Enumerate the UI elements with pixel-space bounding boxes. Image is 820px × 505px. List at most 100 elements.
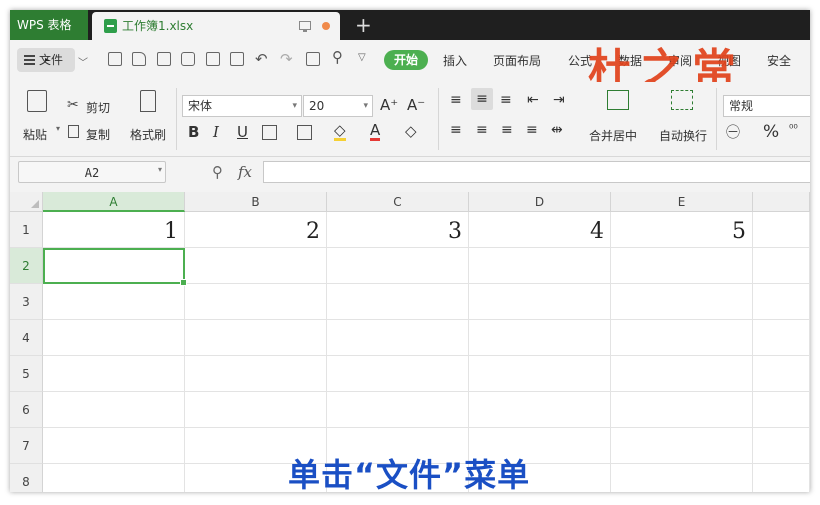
thousands-icon[interactable]: ⁰⁰ — [789, 122, 798, 135]
grid-cell[interactable] — [753, 428, 810, 464]
format-painter-button[interactable]: 格式刷 — [130, 126, 166, 143]
paste-button[interactable]: 粘贴 — [23, 126, 47, 143]
row-header-6[interactable]: 6 — [10, 392, 43, 428]
grid-cell[interactable] — [753, 464, 810, 492]
percent-button[interactable]: % — [763, 122, 779, 142]
grid-cell[interactable] — [611, 392, 753, 428]
grid-cell[interactable] — [327, 248, 469, 284]
grid-cell[interactable] — [185, 320, 327, 356]
grid-cell[interactable] — [327, 392, 469, 428]
currency-icon[interactable]: ㊀ — [726, 122, 740, 142]
column-header-a[interactable]: A — [43, 192, 185, 212]
document-tab[interactable]: 工作簿1.xlsx — [92, 12, 340, 40]
column-header-c[interactable]: C — [327, 192, 469, 212]
formula-input[interactable] — [263, 161, 810, 183]
grid-cell[interactable] — [469, 392, 611, 428]
grid-cell[interactable] — [611, 248, 753, 284]
font-name-select[interactable]: 宋体 ▾ — [182, 95, 302, 117]
grid-cell[interactable] — [753, 284, 810, 320]
grid-cell[interactable] — [753, 356, 810, 392]
chevron-down-icon[interactable]: ﹀ — [78, 54, 88, 69]
fill-pattern-icon[interactable] — [297, 125, 312, 140]
column-header-e[interactable]: E — [611, 192, 753, 212]
print-preview-icon[interactable] — [206, 52, 220, 66]
grid-cell[interactable] — [611, 356, 753, 392]
justify-icon[interactable]: ≡ — [526, 122, 538, 138]
save-icon[interactable] — [157, 52, 171, 66]
grid-cell[interactable] — [43, 284, 185, 320]
wrap-text-button[interactable]: 自动换行 — [659, 127, 707, 144]
find-doc-icon[interactable] — [230, 52, 244, 66]
grid-cell[interactable] — [469, 284, 611, 320]
increase-font-icon[interactable]: A⁺ — [380, 96, 398, 114]
distribute-icon[interactable]: ⇹ — [551, 122, 563, 138]
cut-button[interactable]: 剪切 — [86, 99, 110, 116]
grid-cell[interactable] — [43, 464, 185, 492]
grid-cell[interactable] — [611, 464, 753, 492]
row-header-3[interactable]: 3 — [10, 284, 43, 320]
grid-cell[interactable] — [753, 392, 810, 428]
new-file-icon[interactable] — [108, 52, 122, 66]
italic-button[interactable]: I — [213, 123, 219, 141]
grid-cell[interactable] — [469, 248, 611, 284]
tab-security[interactable]: 安全 — [767, 40, 791, 82]
app-tab[interactable]: WPS 表格 — [10, 10, 88, 40]
font-color-icon[interactable]: A — [370, 122, 381, 141]
align-middle-icon[interactable]: ≡ — [471, 88, 493, 110]
cell-a1[interactable]: 1 — [43, 212, 185, 248]
grid-cell[interactable] — [327, 356, 469, 392]
number-format-select[interactable]: 常规 — [723, 95, 810, 117]
zoom-search-icon[interactable]: ⚲ — [332, 48, 343, 66]
align-right-icon[interactable]: ≡ — [501, 122, 513, 138]
grid-cell[interactable] — [185, 248, 327, 284]
tab-home[interactable]: 开始 — [384, 50, 428, 70]
decrease-font-icon[interactable]: A⁻ — [407, 96, 425, 114]
cell-b1[interactable]: 2 — [185, 212, 327, 248]
tab-page-layout[interactable]: 页面布局 — [493, 40, 541, 82]
fill-color-icon[interactable]: ◇ — [334, 122, 346, 141]
monitor-icon[interactable] — [299, 21, 311, 32]
grid-cell[interactable] — [43, 320, 185, 356]
function-icon[interactable]: fx — [238, 163, 252, 181]
row-header-1[interactable]: 1 — [10, 212, 43, 248]
merge-center-button[interactable]: 合并居中 — [589, 127, 637, 144]
grid-cell[interactable] — [185, 392, 327, 428]
pdf-icon[interactable] — [306, 52, 320, 66]
tab-insert[interactable]: 插入 — [443, 40, 467, 82]
active-cell-a2[interactable] — [43, 248, 187, 286]
column-header-f[interactable] — [753, 192, 810, 212]
paste-dropdown-icon[interactable]: ▾ — [56, 124, 60, 133]
increase-indent-icon[interactable]: ⇥ — [553, 92, 565, 108]
redo-icon[interactable]: ↷ — [280, 50, 293, 68]
grid-cell[interactable] — [753, 320, 810, 356]
row-header-4[interactable]: 4 — [10, 320, 43, 356]
name-box[interactable]: A2 — [18, 161, 166, 183]
grid-cell[interactable] — [43, 356, 185, 392]
align-left-icon[interactable]: ≡ — [450, 122, 462, 138]
undo-icon[interactable]: ↶ — [255, 50, 268, 68]
grid-cell[interactable] — [753, 212, 810, 248]
grid-cell[interactable] — [327, 284, 469, 320]
print-icon[interactable] — [181, 52, 195, 66]
grid-cell[interactable] — [611, 428, 753, 464]
paste-icon[interactable] — [27, 90, 47, 112]
cell-c1[interactable]: 3 — [327, 212, 469, 248]
row-header-2[interactable]: 2 — [10, 248, 43, 284]
align-top-icon[interactable]: ≡ — [450, 92, 462, 108]
cell-e1[interactable]: 5 — [611, 212, 753, 248]
align-center-icon[interactable]: ≡ — [476, 122, 488, 138]
underline-button[interactable]: U — [237, 123, 248, 141]
column-header-d[interactable]: D — [469, 192, 611, 212]
copy-button[interactable]: 复制 — [86, 126, 110, 143]
new-tab-button[interactable]: + — [355, 10, 372, 40]
grid-cell[interactable] — [43, 392, 185, 428]
grid-cell[interactable] — [327, 320, 469, 356]
row-header-8[interactable]: 8 — [10, 464, 43, 492]
grid-cell[interactable] — [469, 320, 611, 356]
grid-cell[interactable] — [469, 356, 611, 392]
chevron-down-icon[interactable]: ▾ — [158, 165, 162, 174]
borders-icon[interactable] — [262, 125, 277, 140]
zoom-icon[interactable]: ⚲ — [212, 163, 223, 181]
font-size-select[interactable]: 20 ▾ — [303, 95, 373, 117]
grid-cell[interactable] — [611, 284, 753, 320]
